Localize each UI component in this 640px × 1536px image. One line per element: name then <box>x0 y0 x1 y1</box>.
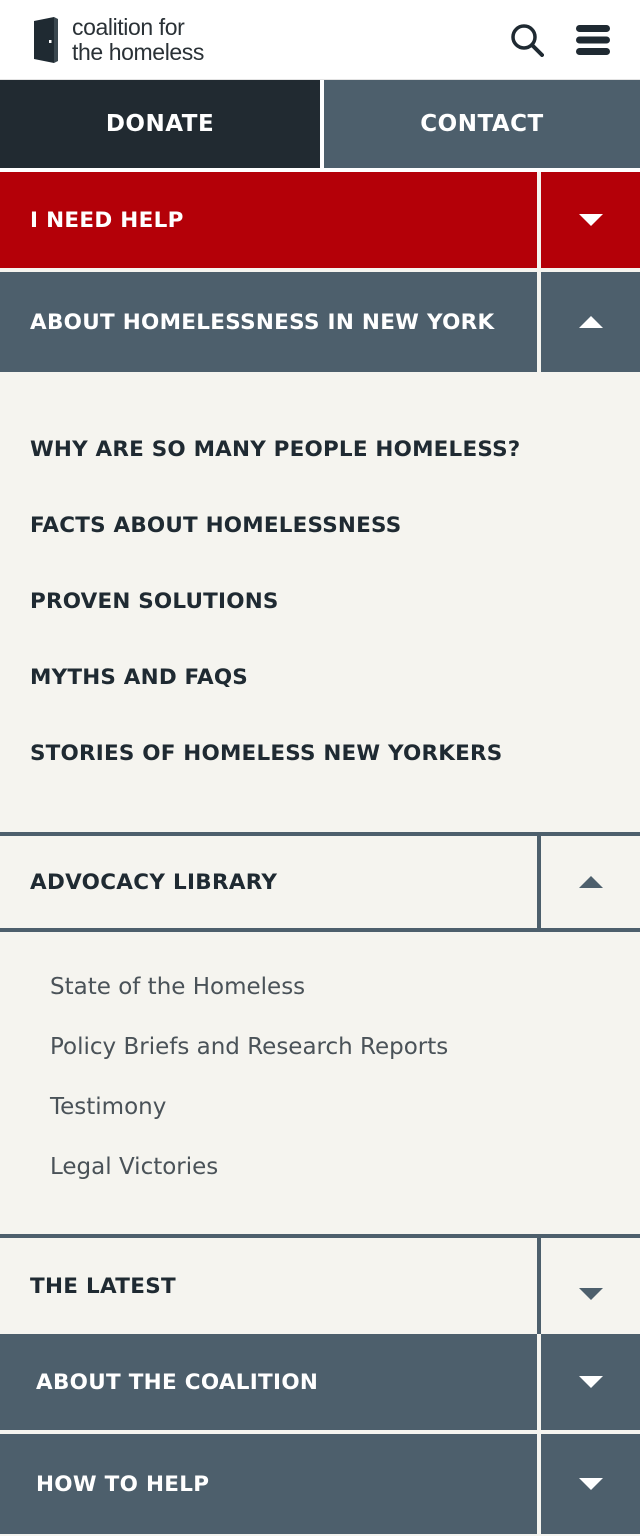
logo-line-2: the homeless <box>72 38 204 65</box>
nav-about-coalition-toggle[interactable] <box>537 1334 640 1430</box>
submenu-item-why-homeless[interactable]: WHY ARE SO MANY PEOPLE HOMELESS? <box>30 424 610 500</box>
caret-down-icon <box>578 1376 603 1388</box>
door-icon <box>34 16 58 63</box>
nav-about-homelessness-label[interactable]: ABOUT HOMELESSNESS IN NEW YORK <box>0 272 537 372</box>
nav-the-latest-label[interactable]: THE LATEST <box>0 1238 537 1334</box>
caret-down-icon <box>578 1478 603 1490</box>
site-logo[interactable]: coalition for the homeless <box>32 13 204 65</box>
site-header: coalition for the homeless <box>0 0 640 80</box>
nav-about-homelessness-toggle[interactable] <box>537 272 640 372</box>
nav-i-need-help: I NEED HELP <box>0 172 640 272</box>
hamburger-menu-icon[interactable] <box>576 24 610 55</box>
advocacy-library-submenu: State of the Homeless Policy Briefs and … <box>0 932 640 1234</box>
logo-text: coalition for the homeless <box>72 13 204 65</box>
logo-line-1: coalition for <box>72 13 185 40</box>
nav-i-need-help-toggle[interactable] <box>537 172 640 268</box>
nav-about-coalition-label[interactable]: ABOUT THE COALITION <box>0 1334 537 1430</box>
nav-the-latest-toggle[interactable] <box>537 1238 640 1334</box>
caret-down-icon <box>578 214 603 226</box>
header-actions <box>510 23 610 57</box>
caret-up-icon <box>578 876 603 888</box>
nav-about-homelessness: ABOUT HOMELESSNESS IN NEW YORK <box>0 272 640 372</box>
top-action-bar: DONATE CONTACT <box>0 80 640 172</box>
nav-how-to-help: HOW TO HELP <box>0 1434 640 1534</box>
caret-up-icon <box>578 316 603 328</box>
nav-advocacy-library-label[interactable]: ADVOCACY LIBRARY <box>0 836 537 928</box>
nav-how-to-help-label[interactable]: HOW TO HELP <box>0 1434 537 1534</box>
nav-the-latest: THE LATEST <box>0 1234 640 1334</box>
caret-down-icon <box>578 1288 603 1300</box>
submenu-item-policy-briefs[interactable]: Policy Briefs and Research Reports <box>50 1028 590 1088</box>
donate-button[interactable]: DONATE <box>0 80 320 168</box>
submenu-item-facts[interactable]: FACTS ABOUT HOMELESSNESS <box>30 500 610 576</box>
submenu-item-testimony[interactable]: Testimony <box>50 1088 590 1148</box>
contact-button[interactable]: CONTACT <box>324 80 640 168</box>
submenu-item-state-of-homeless[interactable]: State of the Homeless <box>50 968 590 1028</box>
submenu-item-stories[interactable]: STORIES OF HOMELESS NEW YORKERS <box>30 728 610 780</box>
about-homelessness-submenu: WHY ARE SO MANY PEOPLE HOMELESS? FACTS A… <box>0 372 640 832</box>
submenu-item-proven-solutions[interactable]: PROVEN SOLUTIONS <box>30 576 610 652</box>
nav-i-need-help-label[interactable]: I NEED HELP <box>0 172 537 268</box>
submenu-item-myths-faqs[interactable]: MYTHS AND FAQS <box>30 652 610 728</box>
nav-how-to-help-toggle[interactable] <box>537 1434 640 1534</box>
submenu-item-legal-victories[interactable]: Legal Victories <box>50 1148 590 1192</box>
nav-advocacy-library: ADVOCACY LIBRARY <box>0 832 640 932</box>
nav-advocacy-library-toggle[interactable] <box>537 836 640 928</box>
search-icon[interactable] <box>510 23 544 57</box>
nav-about-coalition: ABOUT THE COALITION <box>0 1334 640 1434</box>
